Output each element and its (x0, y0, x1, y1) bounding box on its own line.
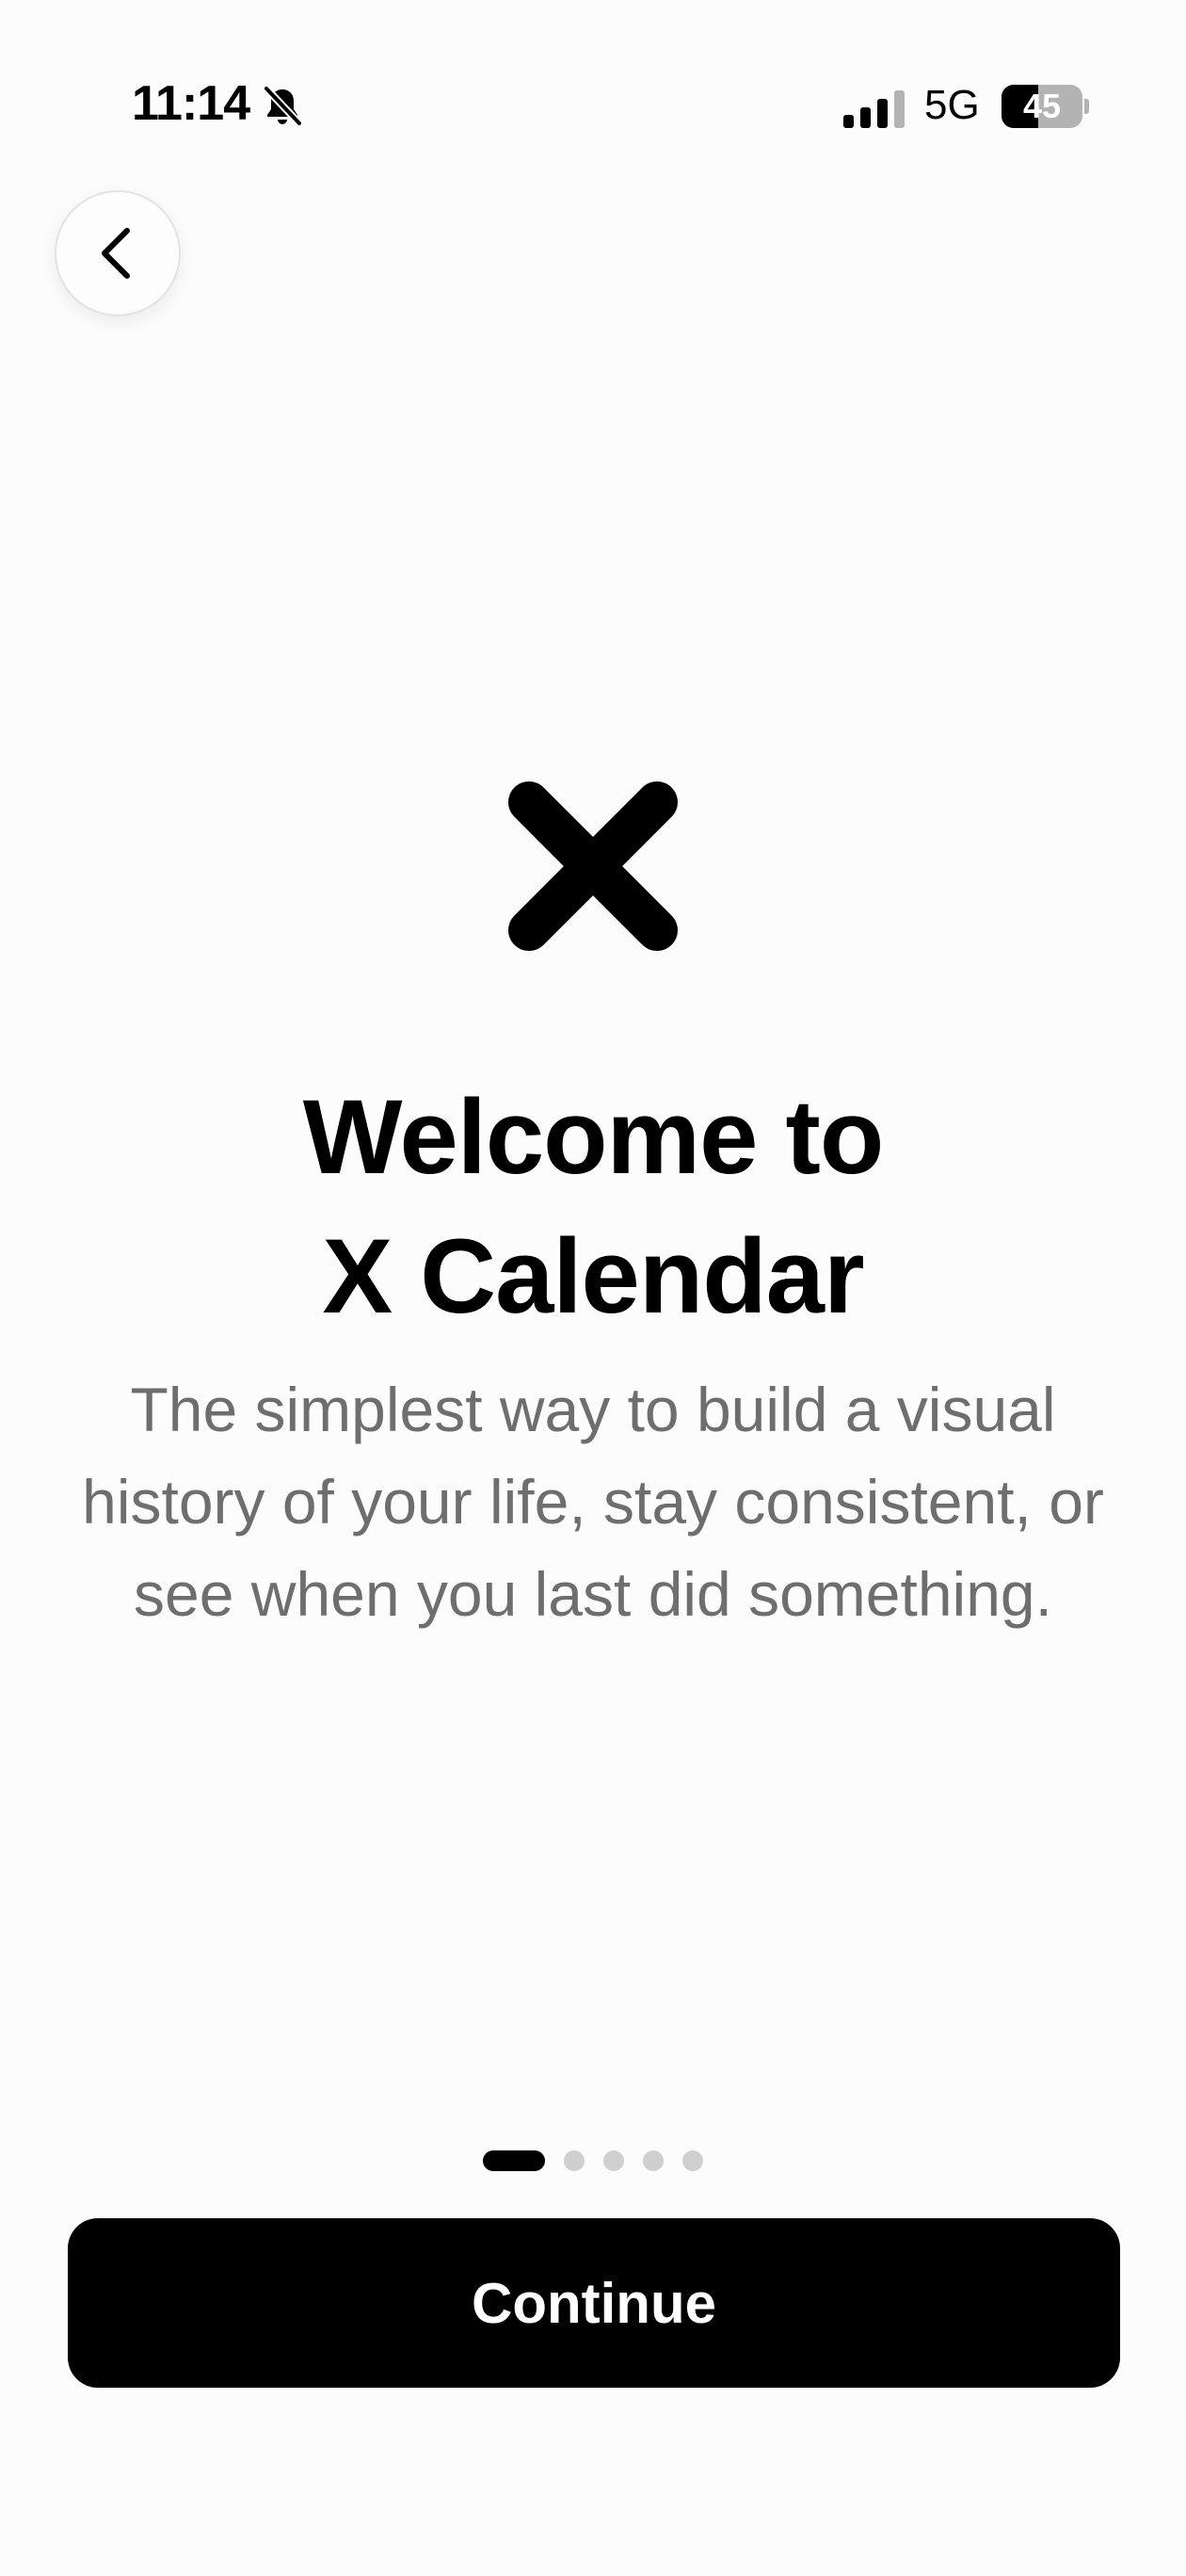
continue-button[interactable]: Continue (68, 2218, 1120, 2388)
welcome-description: The simplest way to build a visual histo… (82, 1375, 1104, 1629)
page-dot (682, 2150, 703, 2171)
onboarding-screen: 11:14 5G 45 Welcome to X Calendar The si… (0, 0, 1186, 2576)
battery-level: 45 (1022, 87, 1062, 125)
network-type: 5G (924, 82, 980, 128)
page-dot-active (483, 2150, 545, 2171)
bell-slash-icon (263, 85, 303, 127)
title-line-1: Welcome to (302, 1078, 885, 1196)
battery-icon: 45 (1002, 85, 1089, 128)
title-line-2: X Calendar (322, 1217, 864, 1335)
chevron-left-icon (102, 228, 130, 279)
page-dot (564, 2150, 585, 2171)
status-time: 11:14 (132, 76, 250, 131)
status-bar: 11:14 5G 45 (0, 0, 1186, 217)
cellular-signal-icon (843, 90, 905, 128)
page-title: Welcome to X Calendar (0, 1068, 1186, 1346)
back-button[interactable] (55, 190, 181, 316)
page-dot (603, 2150, 624, 2171)
page-indicator (0, 2149, 1186, 2172)
x-mark-icon (508, 781, 678, 951)
page-dot (643, 2150, 664, 2171)
